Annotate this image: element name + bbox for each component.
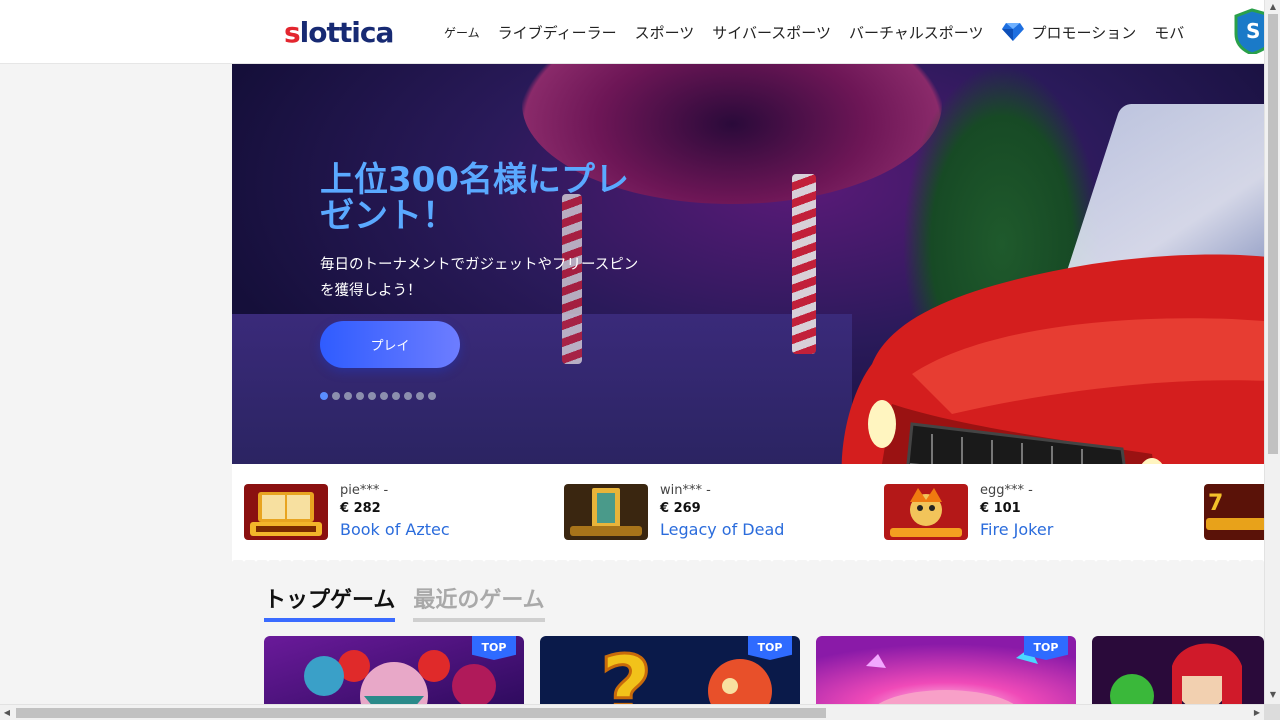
winner-amount: € 269 — [660, 501, 701, 516]
site-header: s lottica ゲーム ライブディーラー スポーツ サイバースポーツ バーチャ… — [0, 0, 1264, 64]
vertical-scroll-thumb[interactable] — [1268, 14, 1278, 454]
carousel-dots — [320, 392, 436, 400]
legacy-of-dead-thumbnail — [564, 484, 648, 540]
nav-item-label: バーチャルスポーツ — [848, 23, 984, 42]
logo-text: lottica — [299, 15, 395, 49]
section-divider — [232, 556, 1264, 566]
carousel-dot[interactable] — [428, 392, 436, 400]
recent-winners-ticker: pie*** - € 282 Book of Aztec win*** - € … — [232, 464, 1264, 560]
winner-amount: € 282 — [340, 501, 381, 516]
carousel-dot[interactable] — [356, 392, 364, 400]
winner-game-link[interactable]: Fire Joker — [980, 518, 1053, 542]
carousel-dot[interactable] — [368, 392, 376, 400]
play-button[interactable]: プレイ — [320, 321, 460, 368]
winner-username: pie*** - — [340, 483, 389, 498]
diamond-icon — [1001, 23, 1024, 41]
carousel-dot[interactable] — [320, 392, 328, 400]
winner-username: win*** - — [660, 483, 711, 498]
carousel-dot[interactable] — [416, 392, 424, 400]
shield-icon[interactable]: S — [1234, 8, 1264, 54]
hero-red-car-image — [841, 254, 1264, 464]
main-nav: ゲーム ライブディーラー スポーツ サイバースポーツ バーチャルスポーツ プロモ… — [444, 0, 1202, 64]
hero-subtitle: 毎日のトーナメントでガジェットやフリースピンを獲得しよう！ — [320, 257, 639, 299]
winner-game-link[interactable]: Book of Aztec — [340, 518, 450, 542]
slottica-logo[interactable]: s lottica — [284, 14, 395, 50]
winner-item[interactable]: 7 — [1204, 484, 1264, 540]
nav-item-esports[interactable]: サイバースポーツ — [712, 22, 831, 43]
nav-item-label: スポーツ — [634, 23, 695, 42]
scroll-right-arrow-icon[interactable]: ▶ — [1250, 705, 1264, 720]
tab-recent-games[interactable]: 最近のゲーム — [413, 582, 545, 622]
nav-item-label: ゲーム — [444, 25, 480, 40]
game-tabs: トップゲーム 最近のゲーム — [264, 582, 545, 622]
vertical-scrollbar[interactable]: ▲ ▼ — [1264, 0, 1280, 704]
carousel-dot[interactable] — [344, 392, 352, 400]
tab-top-games[interactable]: トップゲーム — [264, 582, 396, 622]
nav-item-label: モバ — [1154, 23, 1185, 42]
book-of-aztec-thumbnail — [244, 484, 328, 540]
hero-banner[interactable]: 上位300名様にプレゼント！ 毎日のトーナメントでガジェットやフリースピンを獲得… — [232, 64, 1264, 464]
hero-title: 上位300名様にプレゼント！ — [320, 160, 629, 236]
winner-game-link[interactable]: Legacy of Dead — [660, 518, 784, 542]
nav-item-label: プロモーション — [1031, 23, 1137, 42]
scroll-left-arrow-icon[interactable]: ◀ — [0, 705, 14, 720]
winner-item[interactable]: egg*** - € 101 Fire Joker — [884, 483, 1053, 542]
nav-item-label: ライブディーラー — [497, 23, 617, 42]
nav-item-label: サイバースポーツ — [712, 23, 831, 42]
scrollbar-corner — [1264, 704, 1280, 720]
hero-candy-pillar — [792, 174, 816, 354]
carousel-dot[interactable] — [404, 392, 412, 400]
nav-item-promotions[interactable]: プロモーション — [1001, 22, 1137, 43]
penny-fruits-thumbnail: 7 — [1204, 484, 1264, 540]
fire-joker-thumbnail — [884, 484, 968, 540]
horizontal-scrollbar[interactable]: ◀ ▶ — [0, 704, 1264, 720]
winner-item[interactable]: pie*** - € 282 Book of Aztec — [244, 483, 450, 542]
winner-username: egg*** - — [980, 483, 1033, 498]
nav-item-mobile[interactable]: モバ — [1154, 22, 1184, 43]
carousel-dot[interactable] — [380, 392, 388, 400]
nav-item-live-dealer[interactable]: ライブディーラー — [498, 22, 617, 43]
winner-item[interactable]: win*** - € 269 Legacy of Dead — [564, 483, 784, 542]
nav-item-games[interactable]: ゲーム — [444, 24, 480, 41]
svg-text:7: 7 — [1208, 491, 1223, 516]
nav-item-virtual-sports[interactable]: バーチャルスポーツ — [849, 22, 984, 43]
scroll-up-arrow-icon[interactable]: ▲ — [1265, 0, 1280, 14]
winner-amount: € 101 — [980, 501, 1021, 516]
nav-item-sports[interactable]: スポーツ — [635, 22, 695, 43]
scroll-down-arrow-icon[interactable]: ▼ — [1265, 688, 1280, 702]
horizontal-scroll-thumb[interactable] — [16, 708, 826, 718]
logo-initial: s — [284, 15, 301, 49]
svg-text:S: S — [1246, 19, 1260, 43]
carousel-dot[interactable] — [332, 392, 340, 400]
carousel-dot[interactable] — [392, 392, 400, 400]
